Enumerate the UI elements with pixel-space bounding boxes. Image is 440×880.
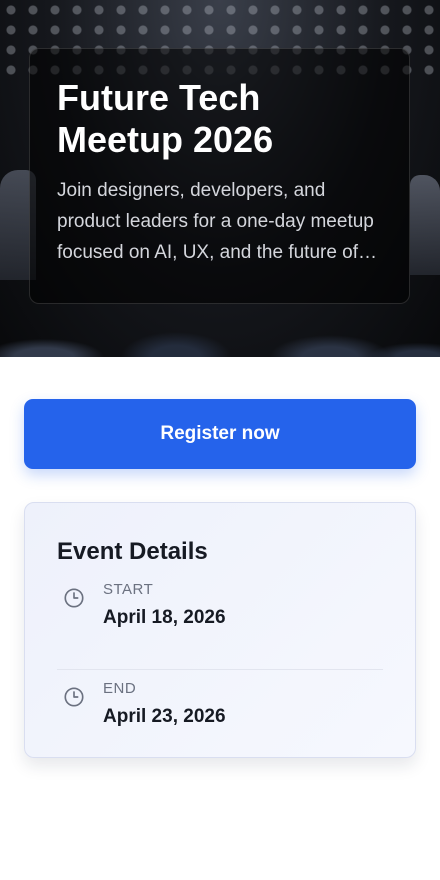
clock-icon [64, 588, 84, 608]
hero-info-card: Future Tech Meetup 2026 Join designers, … [29, 48, 410, 304]
event-title: Future Tech Meetup 2026 [57, 77, 274, 160]
event-end-row: END April 23, 2026 [57, 669, 383, 746]
event-start-label: START [103, 581, 154, 598]
event-end-label: END [103, 680, 137, 697]
event-details-card: Event Details START April 18, 2026 END A… [24, 502, 416, 758]
event-details-title: Event Details [57, 538, 208, 565]
event-start-row: START April 18, 2026 [57, 581, 383, 657]
event-description: Join designers, developers, and product … [57, 180, 374, 263]
clock-icon [64, 687, 84, 707]
hero-banner: Future Tech Meetup 2026 Join designers, … [0, 0, 440, 357]
event-start-date: April 18, 2026 [103, 607, 226, 628]
event-end-date: April 23, 2026 [103, 706, 226, 727]
register-button[interactable]: Register now [24, 399, 416, 469]
